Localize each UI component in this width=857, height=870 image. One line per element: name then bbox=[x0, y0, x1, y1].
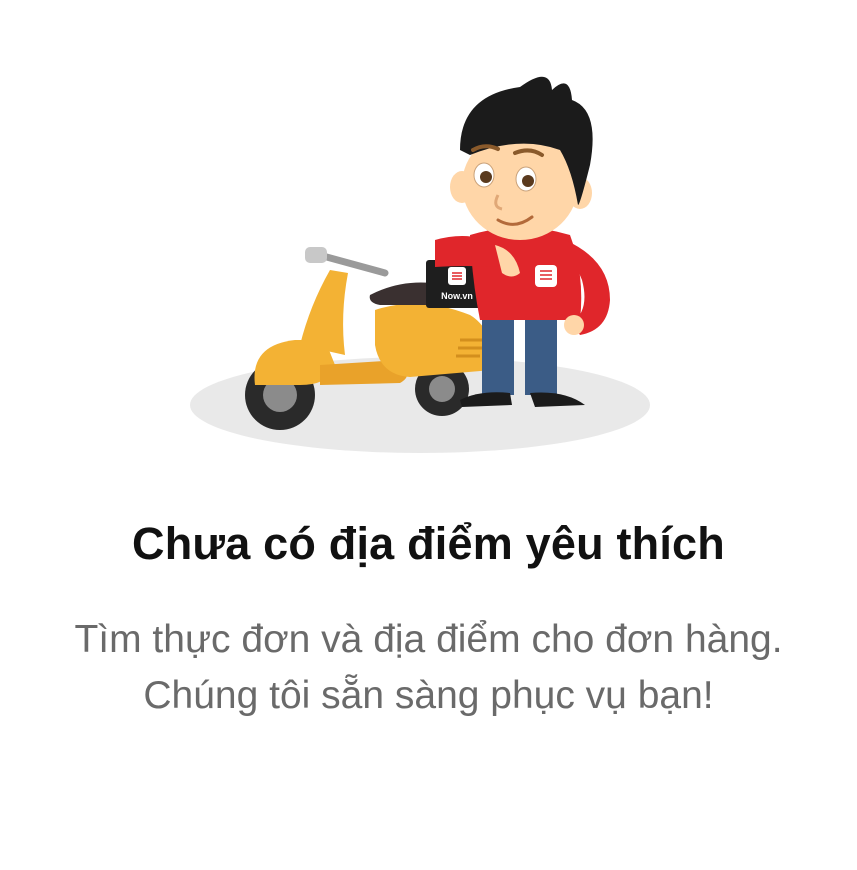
empty-state-description: Tìm thực đơn và địa điểm cho đơn hàng. C… bbox=[0, 612, 857, 724]
empty-state-title: Chưa có địa điểm yêu thích bbox=[132, 518, 725, 569]
empty-state-line-1: Tìm thực đơn và địa điểm cho đơn hàng. bbox=[74, 618, 783, 661]
empty-state-line-2: Chúng tôi sẵn sàng phục vụ bạn! bbox=[143, 674, 714, 717]
box-logo-text: Now.vn bbox=[441, 291, 473, 301]
delivery-man-with-scooter-icon: Now.vn bbox=[190, 76, 650, 453]
empty-state-illustration: Now.vn bbox=[180, 55, 660, 465]
